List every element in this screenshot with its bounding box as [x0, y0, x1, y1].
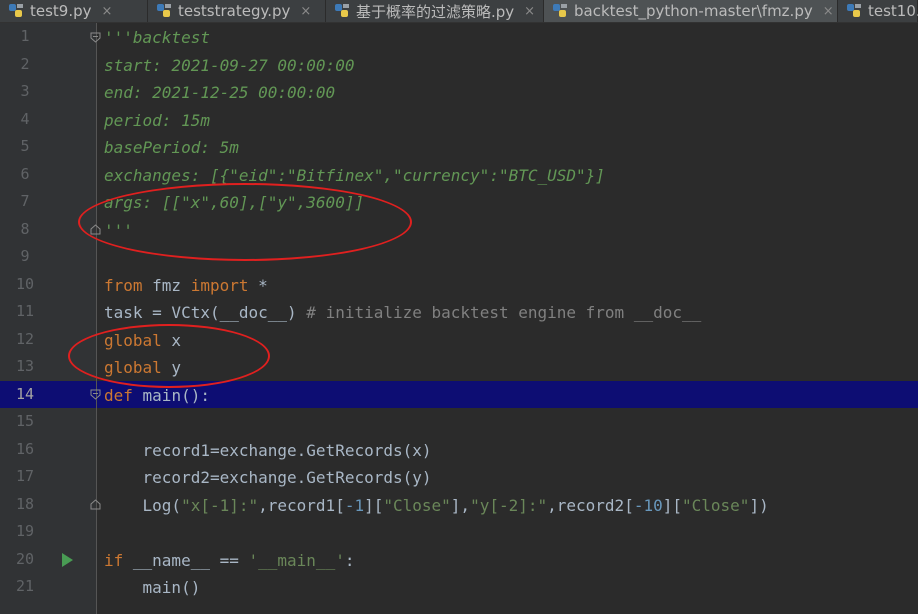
code-line-4[interactable]: period: 15m: [104, 107, 210, 134]
code-line-21[interactable]: main(): [104, 574, 201, 601]
tab-test9[interactable]: test9.py ×: [0, 0, 148, 22]
code-token: __name__ ==: [123, 551, 249, 570]
tab-probability-filter-strategy[interactable]: 基于概率的过滤策略.py ×: [326, 0, 544, 22]
line-number: 12: [15, 330, 35, 348]
tab-label: test10.: [868, 2, 918, 20]
number-literal: -1: [344, 496, 365, 515]
code-token: *: [248, 276, 268, 295]
close-icon[interactable]: ×: [300, 4, 311, 19]
code-token: main():: [132, 386, 210, 405]
line-number: 20: [15, 550, 35, 568]
close-icon[interactable]: ×: [524, 4, 535, 19]
line-number: 4: [20, 110, 30, 128]
code-token: ],: [450, 496, 471, 515]
line-number: 17: [15, 467, 35, 485]
line-number: 9: [20, 247, 30, 265]
python-file-icon: [156, 3, 172, 19]
line-number: 10: [15, 275, 35, 293]
line-number: 16: [15, 440, 35, 458]
keyword: import: [190, 276, 249, 295]
python-file-icon: [552, 3, 568, 19]
line-number: 19: [15, 522, 35, 540]
line-number: 6: [20, 165, 30, 183]
close-icon[interactable]: ×: [102, 4, 113, 19]
line-number: 7: [20, 192, 30, 210]
keyword: if: [104, 551, 124, 570]
line-number: 5: [20, 137, 30, 155]
fold-marker-icon[interactable]: [90, 389, 101, 400]
line-number: 11: [15, 302, 35, 320]
annotation-ellipse-args: [78, 183, 412, 261]
code-line-18[interactable]: Log("x[-1]:",record1[-1]["Close"],"y[-2]…: [104, 492, 769, 519]
keyword: from: [104, 276, 143, 295]
code-token: Log(: [104, 496, 182, 515]
line-number: 15: [15, 412, 35, 430]
string-literal: "Close": [383, 496, 451, 515]
code-line-16[interactable]: record1=exchange.GetRecords(x): [104, 437, 432, 464]
code-token: ][: [364, 496, 384, 515]
line-number: 2: [20, 55, 30, 73]
run-arrow-icon[interactable]: [62, 553, 73, 567]
code-token: ][: [662, 496, 682, 515]
close-icon[interactable]: ×: [823, 4, 834, 19]
tab-label: teststrategy.py: [178, 2, 291, 20]
code-comment: # initialize backtest engine from __doc_…: [306, 303, 702, 322]
line-number: 3: [20, 82, 30, 100]
line-number: 1: [20, 27, 30, 45]
python-file-icon: [334, 3, 350, 19]
fold-marker-icon[interactable]: [90, 499, 101, 510]
code-line-5[interactable]: basePeriod: 5m: [104, 134, 239, 161]
gutter-divider: [96, 23, 97, 614]
number-literal: -10: [633, 496, 663, 515]
code-token: ]): [749, 496, 769, 515]
line-number: 21: [15, 577, 35, 595]
python-file-icon: [846, 3, 862, 19]
code-line-11[interactable]: task = VCtx(__doc__) # initialize backte…: [104, 299, 701, 326]
string-literal: '__main__': [248, 551, 345, 570]
tab-fmz[interactable]: backtest_python-master\fmz.py ×: [544, 0, 838, 22]
code-line-2[interactable]: start: 2021-09-27 00:00:00: [104, 52, 354, 79]
tab-label: backtest_python-master\fmz.py: [574, 2, 813, 20]
code-line-10[interactable]: from fmz import *: [104, 272, 268, 299]
code-line-3[interactable]: end: 2021-12-25 00:00:00: [104, 79, 335, 106]
code-token: ,record1[: [258, 496, 345, 515]
string-literal: "x[-1]:": [181, 496, 259, 515]
line-number: 18: [15, 495, 35, 513]
code-token: fmz: [142, 276, 191, 295]
code-line-1[interactable]: '''backtest: [104, 24, 210, 51]
tab-label: test9.py: [30, 2, 92, 20]
fold-marker-icon[interactable]: [90, 32, 101, 43]
string-literal: "Close": [682, 496, 750, 515]
line-number-current: 14: [15, 385, 35, 403]
tab-test10[interactable]: test10.: [838, 0, 918, 22]
python-file-icon: [8, 3, 24, 19]
code-line-17[interactable]: record2=exchange.GetRecords(y): [104, 464, 432, 491]
annotation-ellipse-globals: [68, 324, 270, 388]
code-token: task = VCtx(__doc__): [104, 303, 307, 322]
code-line-6[interactable]: exchanges: [{"eid":"Bitfinex","currency"…: [104, 162, 605, 189]
line-number: 13: [15, 357, 35, 375]
code-token: :: [344, 551, 355, 570]
editor-tab-bar: test9.py × teststrategy.py × 基于概率的过滤策略.p…: [0, 0, 918, 23]
string-literal: "y[-2]:": [470, 496, 548, 515]
tab-teststrategy[interactable]: teststrategy.py ×: [148, 0, 326, 22]
tab-label: 基于概率的过滤策略.py: [356, 2, 515, 21]
code-token: ,record2[: [547, 496, 634, 515]
code-line-20[interactable]: if __name__ == '__main__':: [104, 547, 354, 574]
line-number: 8: [20, 220, 30, 238]
keyword: def: [104, 386, 133, 405]
